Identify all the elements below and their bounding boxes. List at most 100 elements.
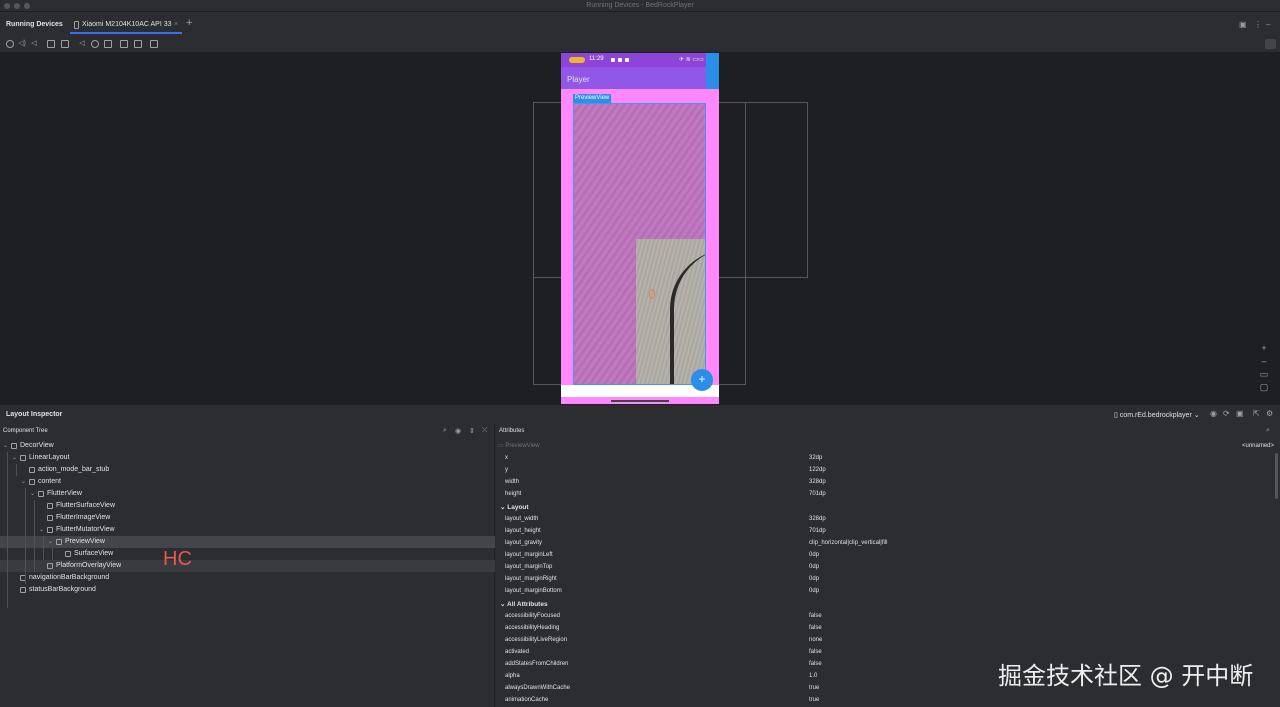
expand-all-icon[interactable]: ⇕ bbox=[469, 427, 475, 435]
tree-node[interactable]: ⌄ DecorView bbox=[0, 440, 495, 452]
expand-arrow-icon[interactable]: ⌄ bbox=[3, 440, 8, 452]
filter-icon[interactable]: ◉ bbox=[455, 427, 461, 435]
more-options-icon[interactable]: ⋮ bbox=[1254, 21, 1262, 29]
attribute-value: clip_horizontal|clip_vertical|fill bbox=[809, 540, 888, 546]
snapshot-icon[interactable]: ▣ bbox=[1236, 410, 1244, 418]
process-selector[interactable]: ▯ com.rEd.bedrockplayer ⌄ bbox=[1114, 411, 1200, 419]
expand-arrow-icon[interactable]: ⌄ bbox=[48, 536, 53, 548]
collapse-all-icon[interactable]: ⤫ bbox=[482, 427, 488, 435]
rotate-left-icon[interactable] bbox=[47, 40, 55, 48]
view-options-icon[interactable]: ◉ bbox=[1210, 410, 1217, 418]
layout-section-header[interactable]: ⌄ Layout bbox=[500, 503, 529, 511]
gesture-handle[interactable] bbox=[611, 400, 669, 402]
attribute-row[interactable]: layout_marginBottom 0dp bbox=[496, 585, 1280, 597]
home-icon[interactable] bbox=[91, 40, 99, 48]
fab-add-button[interactable]: + bbox=[691, 369, 713, 391]
tab-device[interactable]: Xiaomi M2104K10AC API 33 × bbox=[70, 17, 182, 34]
back-icon[interactable]: ◁ bbox=[78, 40, 86, 48]
settings-icon[interactable]: ⚙ bbox=[1266, 410, 1273, 418]
export-icon[interactable]: ⇱ bbox=[1253, 410, 1260, 418]
tree-node[interactable]: action_mode_bar_stub bbox=[0, 464, 495, 476]
rotate-right-icon[interactable] bbox=[61, 40, 69, 48]
attribute-row[interactable]: animationCache true bbox=[496, 694, 1280, 706]
attribute-row[interactable]: width 328dp bbox=[496, 476, 1280, 488]
tree-guide-line bbox=[52, 548, 53, 560]
view-icon bbox=[29, 467, 35, 473]
attribute-row[interactable]: layout_marginLeft 0dp bbox=[496, 549, 1280, 561]
actual-size-icon[interactable]: ▭ bbox=[1259, 369, 1269, 379]
attribute-value: none bbox=[809, 637, 823, 643]
screenshot-icon[interactable] bbox=[120, 40, 128, 48]
expand-arrow-icon[interactable]: ⌄ bbox=[21, 476, 26, 488]
attribute-row[interactable]: x 32dp bbox=[496, 452, 1280, 464]
volume-up-icon[interactable]: ◁) bbox=[18, 40, 26, 48]
tool-window-tabs: Running Devices Xiaomi M2104K10AC API 33… bbox=[0, 14, 1280, 36]
power-icon[interactable] bbox=[6, 40, 14, 48]
expand-arrow-icon[interactable]: ⌄ bbox=[12, 452, 17, 464]
device-screen[interactable]: 11:29 ✈ ≋ ▭▭ Player PreviewView + bbox=[561, 53, 719, 404]
overview-icon[interactable] bbox=[104, 40, 112, 48]
hc-annotation: HC bbox=[163, 548, 192, 570]
tree-node[interactable]: ⌄ PreviewView bbox=[0, 536, 495, 548]
attribute-row[interactable]: accessibilityFocused false bbox=[496, 610, 1280, 622]
window-titlebar: Running Devices - BedRockPlayer bbox=[0, 0, 1280, 12]
tree-node-label: action_mode_bar_stub bbox=[38, 466, 110, 473]
search-icon[interactable]: ⌕ bbox=[443, 427, 447, 435]
attribute-row[interactable]: height 701dp bbox=[496, 488, 1280, 500]
volume-down-icon[interactable]: ◁ bbox=[30, 40, 38, 48]
attribute-value: 328dp bbox=[809, 479, 826, 485]
tree-node-label: FlutterSurfaceView bbox=[56, 502, 116, 509]
refresh-icon[interactable]: ⟳ bbox=[1223, 410, 1230, 418]
tree-node[interactable]: PlatformOverlayView bbox=[0, 560, 495, 572]
attribute-row[interactable]: accessibilityLiveRegion none bbox=[496, 634, 1280, 646]
attribute-row[interactable]: accessibilityHeading false bbox=[496, 622, 1280, 634]
tree-node[interactable]: navigationBarBackground bbox=[0, 572, 495, 584]
tree-node[interactable]: FlutterImageView bbox=[0, 512, 495, 524]
app-title: Player bbox=[567, 75, 590, 84]
attribute-name: x bbox=[505, 455, 508, 461]
view-icon bbox=[47, 503, 53, 509]
tree-node[interactable]: statusBarBackground bbox=[0, 584, 495, 596]
window-layout-icon[interactable]: ▣ bbox=[1239, 21, 1247, 29]
tree-node[interactable]: ⌄ FlutterView bbox=[0, 488, 495, 500]
notification-icon bbox=[625, 58, 629, 62]
attribute-row[interactable]: layout_height 701dp bbox=[496, 525, 1280, 537]
expand-arrow-icon[interactable]: ⌄ bbox=[30, 488, 35, 500]
tree-node[interactable]: ⌄ FlutterMutatorView bbox=[0, 524, 495, 536]
tool-window-title: Running Devices bbox=[6, 21, 63, 28]
attribute-row[interactable]: layout_gravity clip_horizontal|clip_verti… bbox=[496, 537, 1280, 549]
camera-preview[interactable] bbox=[573, 103, 706, 385]
attribute-row[interactable]: y 122dp bbox=[496, 464, 1280, 476]
view-icon bbox=[20, 455, 26, 461]
attribute-row[interactable]: layout_marginRight 0dp bbox=[496, 573, 1280, 585]
minimize-panel-icon[interactable]: – bbox=[1266, 21, 1270, 29]
attribute-name: alpha bbox=[505, 673, 520, 679]
all-attributes-section-header[interactable]: ⌄ All Attributes bbox=[500, 600, 548, 608]
device-frame-toggle-button[interactable] bbox=[1265, 39, 1276, 49]
search-icon[interactable]: ⌕ bbox=[1266, 427, 1270, 435]
expand-arrow-icon[interactable]: ⌄ bbox=[39, 524, 44, 536]
tree-node[interactable]: SurfaceView bbox=[0, 548, 495, 560]
attribute-name: width bbox=[505, 479, 520, 485]
add-device-icon[interactable]: + bbox=[186, 18, 192, 29]
selected-view-name: ▭ PreviewView bbox=[498, 440, 540, 452]
zoom-out-icon[interactable]: – bbox=[1259, 356, 1269, 366]
close-tab-icon[interactable]: × bbox=[174, 21, 178, 28]
zoom-in-icon[interactable]: + bbox=[1259, 343, 1269, 353]
tree-node[interactable]: FlutterSurfaceView bbox=[0, 500, 495, 512]
tree-node[interactable]: ⌄ content bbox=[0, 476, 495, 488]
attribute-value: 328dp bbox=[809, 516, 826, 522]
tree-guide-line bbox=[25, 488, 26, 584]
attribute-row[interactable]: layout_width 328dp bbox=[496, 513, 1280, 525]
attribute-row[interactable]: layout_marginTop 0dp bbox=[496, 561, 1280, 573]
view-icon bbox=[29, 479, 35, 485]
attributes-scrollbar[interactable] bbox=[1275, 453, 1278, 499]
screen-record-icon[interactable] bbox=[134, 40, 142, 48]
attribute-name: layout_marginTop bbox=[505, 564, 553, 570]
fit-screen-icon[interactable]: ▢ bbox=[1259, 382, 1269, 392]
tree-guide-line bbox=[43, 536, 44, 560]
tree-node-label: FlutterMutatorView bbox=[56, 526, 115, 533]
tree-node[interactable]: ⌄ LinearLayout bbox=[0, 452, 495, 464]
attribute-name: animationCache bbox=[505, 697, 549, 703]
layout-inspector-toggle-icon[interactable] bbox=[150, 40, 158, 48]
